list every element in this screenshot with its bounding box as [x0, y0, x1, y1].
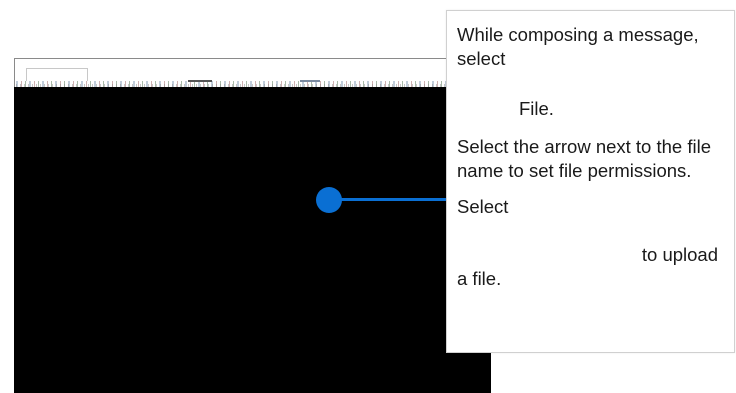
callout-dot-icon [316, 187, 342, 213]
help-illustration: While composing a message, select File. … [0, 0, 736, 393]
tooltip-step-3: Select to upload a file. [457, 195, 724, 291]
tooltip-step-1-text: While composing a message, select [457, 24, 699, 69]
tooltip-step-1: While composing a message, select File. [457, 23, 724, 121]
tooltip-step-1-file: File. [519, 98, 554, 119]
toolbar-divider [188, 80, 212, 82]
callout-connector [330, 198, 446, 201]
toolbar-divider [300, 80, 320, 82]
tooltip-step-2: Select the arrow next to the file name t… [457, 136, 711, 181]
screenshot-image [14, 87, 491, 393]
tooltip-step-3-prefix: Select [457, 196, 509, 217]
help-tooltip: While composing a message, select File. … [446, 10, 735, 353]
tooltip-step-3-end: a file. [457, 268, 502, 289]
tooltip-step-3-suffix: to upload [641, 244, 718, 265]
